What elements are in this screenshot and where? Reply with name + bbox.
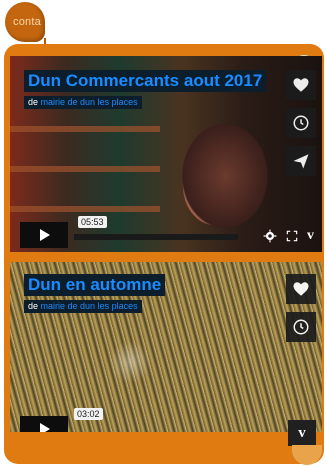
watch-later-button-2[interactable] [286,312,316,342]
byline-prefix: de [28,97,39,107]
like-button-1[interactable] [286,70,316,100]
vimeo-logo-icon[interactable]: v [307,228,314,244]
video-title-2[interactable]: Dun en automne [24,274,166,296]
vimeo-letter: v [298,424,306,441]
send-icon [293,154,309,169]
play-button-2[interactable] [20,416,68,432]
progress-bar-1[interactable] [74,234,238,240]
heart-icon [293,282,309,296]
fullscreen-icon[interactable] [285,229,299,243]
vimeo-logo-icon[interactable]: v [288,420,316,446]
video-author-1[interactable]: mairie de dun les places [41,97,138,107]
play-icon [40,423,50,432]
video-author-2[interactable]: mairie de dun les places [41,301,138,311]
player-controls-1: 05:53 v [10,216,322,252]
duration-badge-2: 03:02 [74,408,103,420]
duration-badge-1: 05:53 [78,216,107,228]
heart-icon [293,78,309,92]
video-player-2[interactable]: Dun en automne de mairie de dun les plac… [10,262,322,432]
video-byline-2: de mairie de dun les places [24,300,142,313]
play-button-1[interactable] [20,222,68,248]
player-controls-2: 03:02 [10,398,322,432]
share-button-1[interactable] [286,146,316,176]
contact-tab-label: conta [13,16,41,28]
clock-icon [293,115,309,131]
byline-prefix: de [28,301,39,311]
contact-tab[interactable]: conta [5,2,45,42]
watch-later-button-1[interactable] [286,108,316,138]
video-player-1[interactable]: Dun Commercants aout 2017 de mairie de d… [10,56,322,252]
video-byline-1: de mairie de dun les places [24,96,142,109]
clock-icon [293,319,309,335]
like-button-2[interactable] [286,274,316,304]
gear-icon[interactable] [263,229,277,243]
video-title-1[interactable]: Dun Commercants aout 2017 [24,70,267,92]
play-icon [40,229,50,241]
